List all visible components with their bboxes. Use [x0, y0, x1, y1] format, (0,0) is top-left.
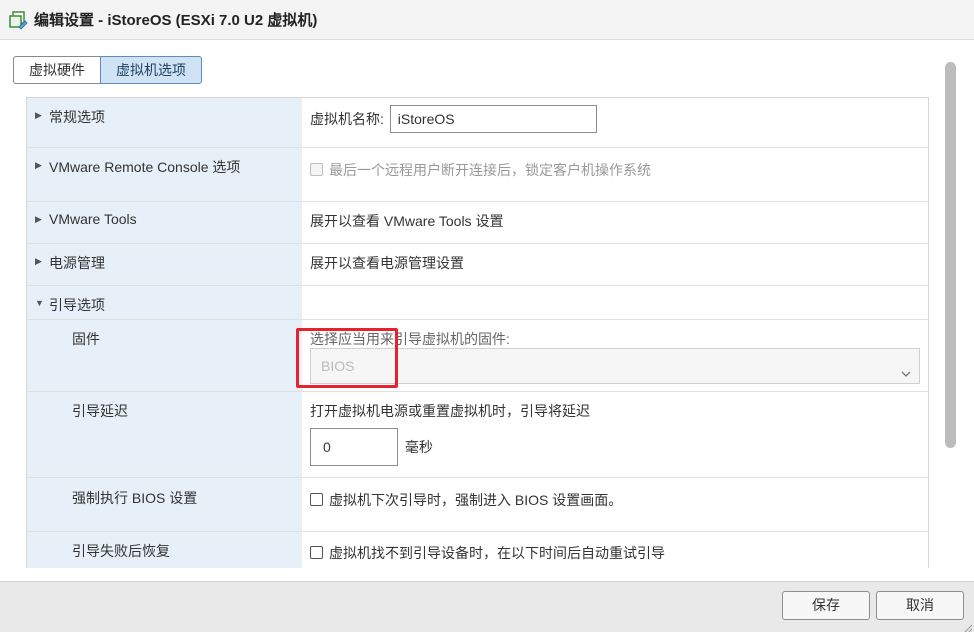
- row-general-options: ▶ 常规选项 虚拟机名称:: [27, 98, 928, 148]
- lock-guest-label: 最后一个远程用户断开连接后，锁定客户机操作系统: [329, 162, 651, 178]
- boot-delay-unit: 毫秒: [404, 439, 433, 455]
- force-bios-checkbox[interactable]: [310, 493, 323, 506]
- row-vmware-tools-label[interactable]: ▶ VMware Tools: [27, 202, 302, 243]
- boot-retry-checkbox-label: 虚拟机找不到引导设备时，在以下时间后自动重试引导: [329, 545, 665, 561]
- vmware-tools-label: VMware Tools: [49, 211, 137, 227]
- row-boot-retry: 引导失败后恢复 虚拟机找不到引导设备时，在以下时间后自动重试引导: [27, 532, 928, 568]
- caret-down-icon[interactable]: ▼: [35, 295, 47, 308]
- row-boot-delay: 引导延迟 打开虚拟机电源或重置虚拟机时，引导将延迟 毫秒: [27, 392, 928, 478]
- boot-delay-label: 引导延迟: [72, 403, 128, 419]
- row-boot-delay-value: 打开虚拟机电源或重置虚拟机时，引导将延迟 毫秒: [302, 392, 928, 477]
- firmware-selected-value: BIOS: [321, 358, 355, 374]
- vmrc-options-label: VMware Remote Console 选项: [49, 159, 241, 175]
- caret-right-icon[interactable]: ▶: [35, 157, 47, 171]
- tab-virtual-hardware[interactable]: 虚拟硬件: [13, 56, 100, 84]
- boot-retry-label: 引导失败后恢复: [72, 543, 170, 559]
- save-button[interactable]: 保存: [782, 591, 870, 620]
- force-bios-checkbox-label: 虚拟机下次引导时，强制进入 BIOS 设置画面。: [329, 492, 623, 508]
- row-vmrc-options-label[interactable]: ▶ VMware Remote Console 选项: [27, 148, 302, 201]
- row-force-bios: 强制执行 BIOS 设置 虚拟机下次引导时，强制进入 BIOS 设置画面。: [27, 478, 928, 532]
- scrollbar-thumb[interactable]: [945, 62, 956, 448]
- caret-right-icon[interactable]: ▶: [35, 211, 47, 225]
- row-firmware-value: 选择应当用来引导虚拟机的固件: BIOS: [302, 320, 928, 391]
- boot-delay-input[interactable]: [310, 428, 398, 466]
- row-firmware: 固件 选择应当用来引导虚拟机的固件: BIOS: [27, 320, 928, 392]
- general-options-label: 常规选项: [49, 109, 105, 125]
- row-general-options-label[interactable]: ▶ 常规选项: [27, 98, 302, 147]
- firmware-prompt: 选择应当用来引导虚拟机的固件:: [310, 331, 510, 347]
- firmware-label: 固件: [72, 331, 100, 347]
- vm-edit-icon: [8, 10, 28, 30]
- caret-right-icon[interactable]: ▶: [35, 107, 47, 121]
- row-vmrc-options: ▶ VMware Remote Console 选项 最后一个远程用户断开连接后…: [27, 148, 928, 202]
- window-title: 编辑设置 - iStoreOS (ESXi 7.0 U2 虚拟机): [34, 12, 318, 29]
- vmware-tools-hint: 展开以查看 VMware Tools 设置: [310, 213, 504, 229]
- firmware-select[interactable]: BIOS: [310, 348, 920, 384]
- tab-bar: 虚拟硬件 虚拟机选项: [13, 56, 202, 84]
- vm-name-label: 虚拟机名称:: [310, 111, 384, 127]
- tab-vm-options[interactable]: 虚拟机选项: [100, 56, 202, 84]
- row-vmrc-options-value: 最后一个远程用户断开连接后，锁定客户机操作系统: [302, 148, 928, 201]
- resize-grip-icon[interactable]: [962, 620, 973, 632]
- row-boot-options: ▼ 引导选项: [27, 286, 928, 320]
- scrollbar[interactable]: [945, 62, 956, 568]
- power-management-label: 电源管理: [49, 255, 105, 271]
- row-boot-retry-value: 虚拟机找不到引导设备时，在以下时间后自动重试引导: [302, 532, 928, 568]
- force-bios-label: 强制执行 BIOS 设置: [72, 490, 198, 506]
- chevron-down-icon: [899, 359, 913, 377]
- row-force-bios-value: 虚拟机下次引导时，强制进入 BIOS 设置画面。: [302, 478, 928, 531]
- row-general-options-value: 虚拟机名称:: [302, 98, 928, 147]
- power-management-hint: 展开以查看电源管理设置: [310, 255, 464, 271]
- row-power-management-value: 展开以查看电源管理设置: [302, 244, 928, 285]
- vm-name-input[interactable]: [389, 105, 597, 133]
- title-bar: 编辑设置 - iStoreOS (ESXi 7.0 U2 虚拟机): [0, 0, 974, 40]
- row-power-management-label[interactable]: ▶ 电源管理: [27, 244, 302, 285]
- boot-options-label: 引导选项: [49, 297, 105, 313]
- boot-retry-checkbox[interactable]: [310, 546, 323, 559]
- caret-right-icon[interactable]: ▶: [35, 253, 47, 267]
- lock-guest-checkbox[interactable]: [310, 163, 323, 176]
- settings-grid: ▶ 常规选项 虚拟机名称: ▶ VMware Remote Console 选项…: [26, 97, 929, 568]
- row-power-management: ▶ 电源管理 展开以查看电源管理设置: [27, 244, 928, 286]
- row-vmware-tools: ▶ VMware Tools 展开以查看 VMware Tools 设置: [27, 202, 928, 244]
- row-boot-options-label[interactable]: ▼ 引导选项: [27, 286, 302, 319]
- row-vmware-tools-value: 展开以查看 VMware Tools 设置: [302, 202, 928, 243]
- boot-delay-prompt: 打开虚拟机电源或重置虚拟机时，引导将延迟: [310, 403, 590, 419]
- cancel-button[interactable]: 取消: [876, 591, 964, 620]
- dialog-footer: 保存 取消: [0, 581, 974, 632]
